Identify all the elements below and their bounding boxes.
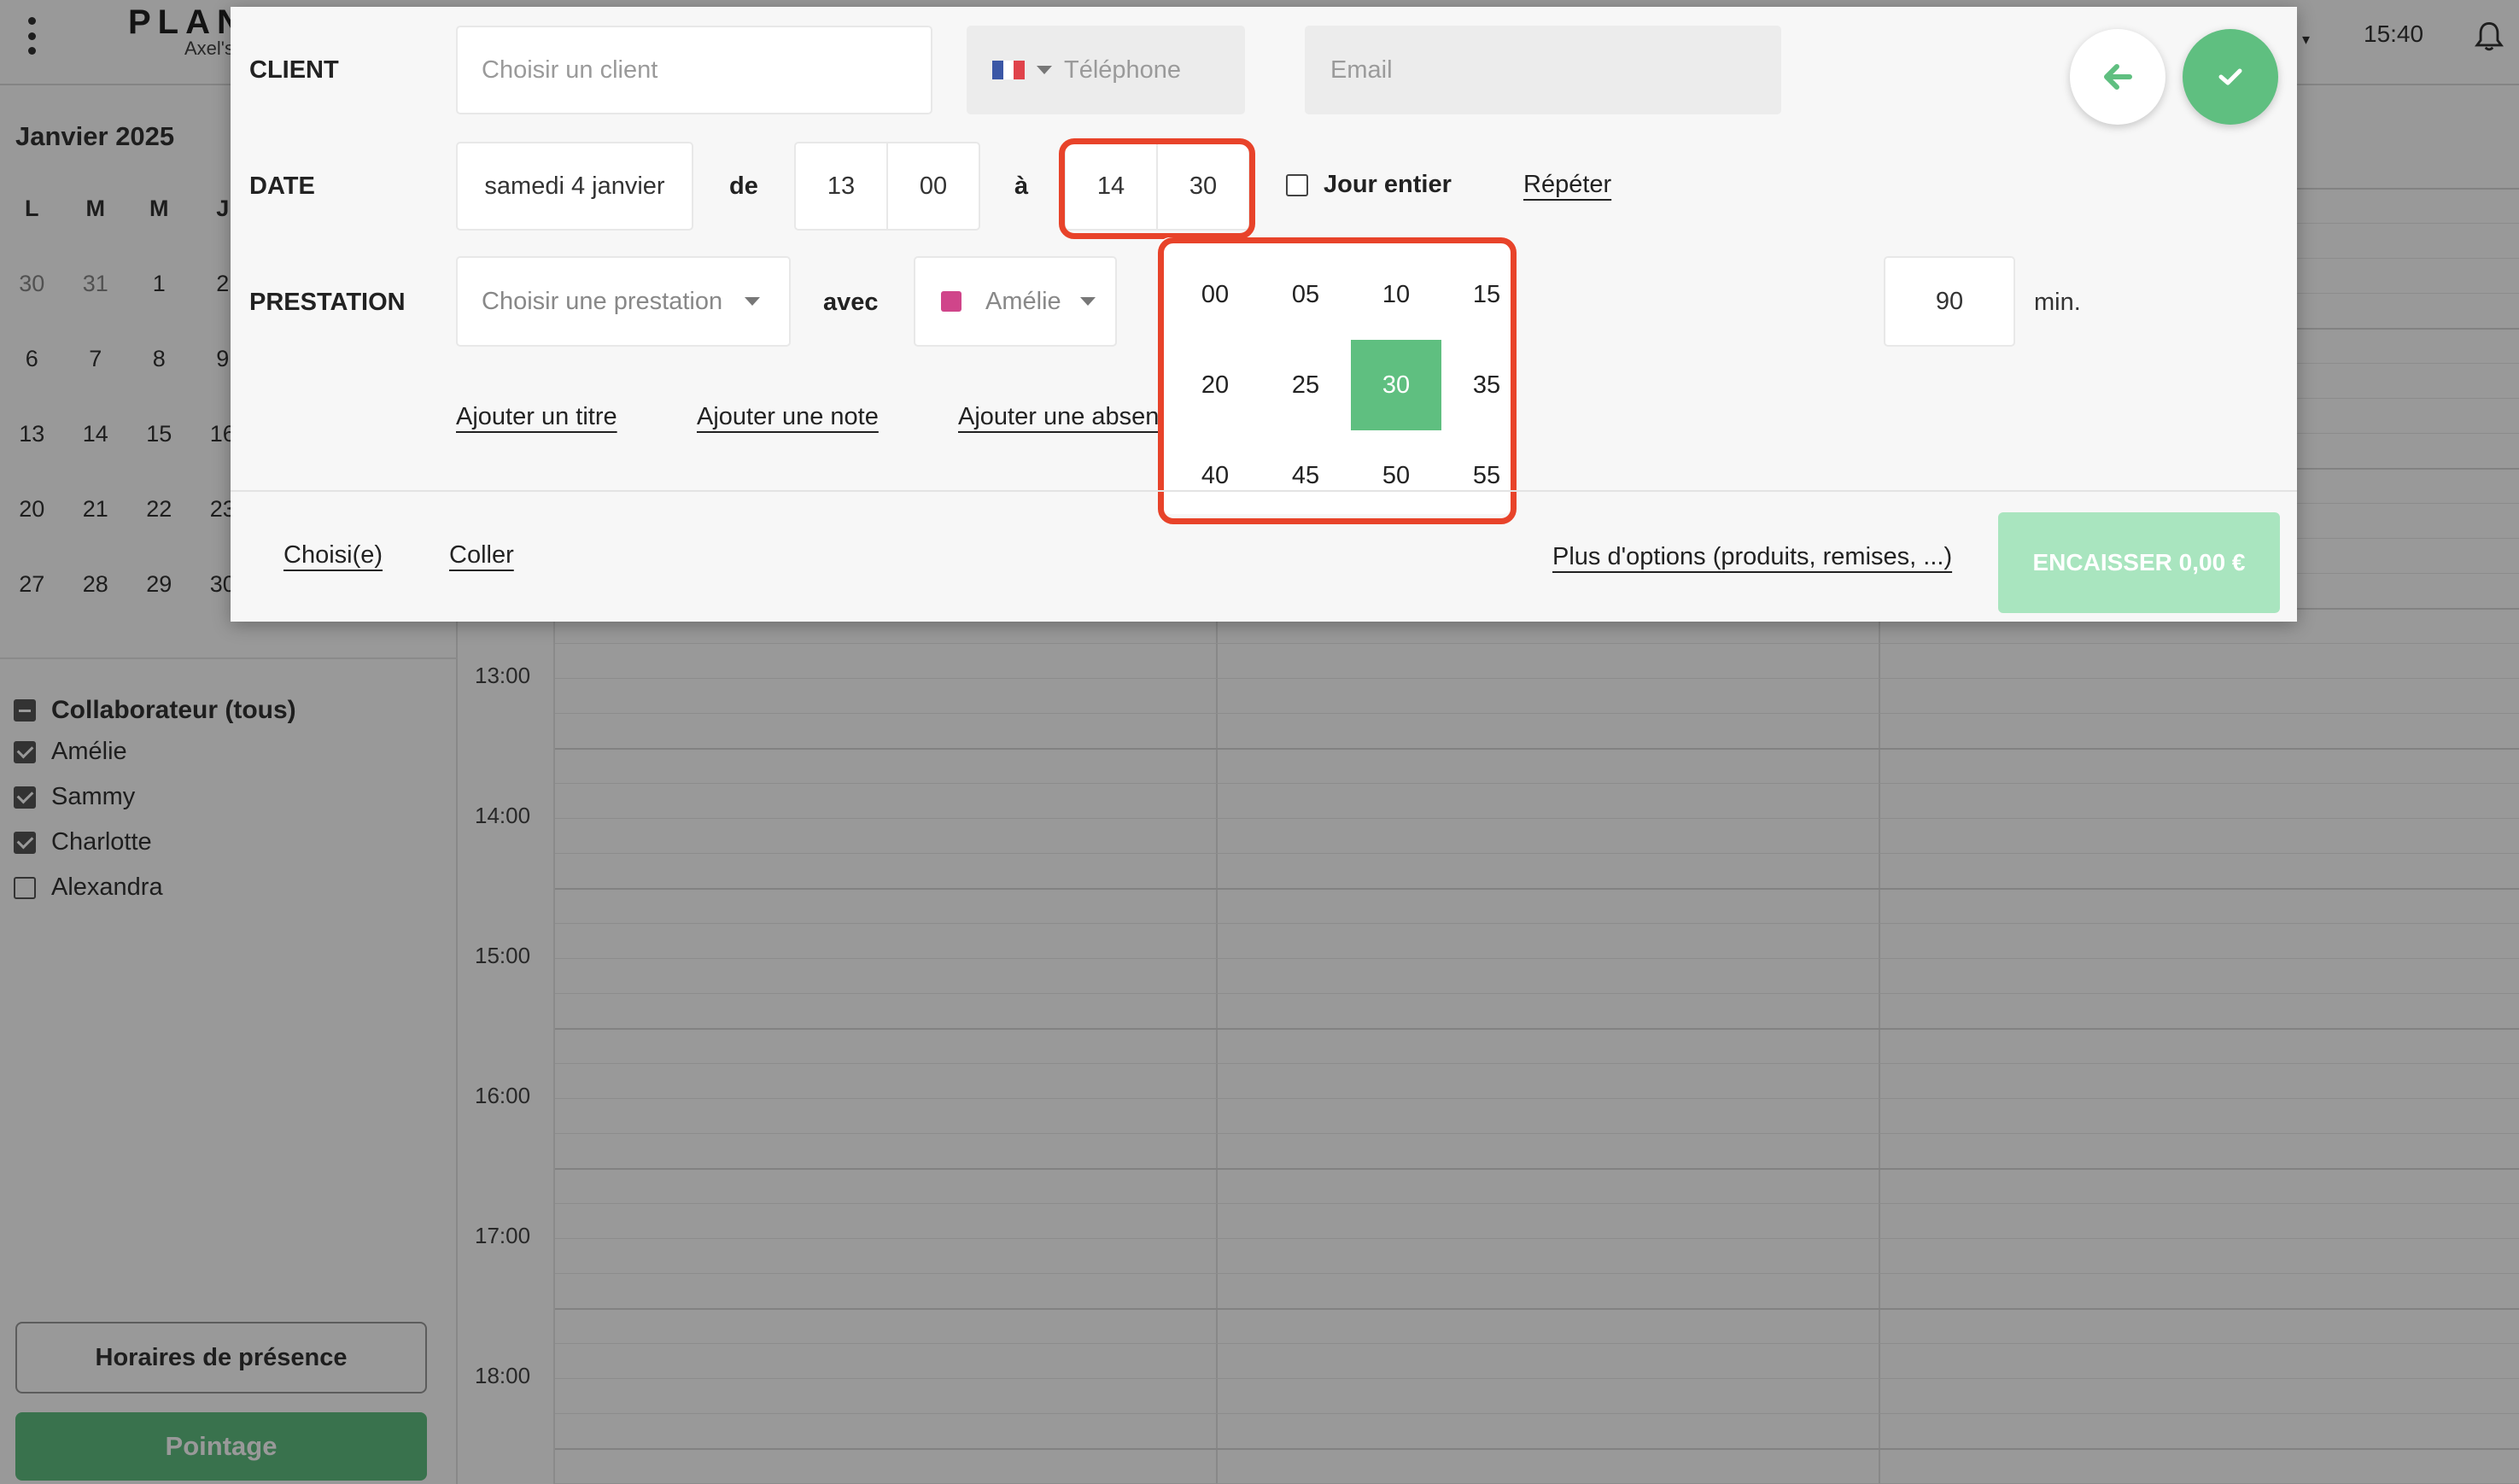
repeat-link[interactable]: Répéter — [1523, 171, 1611, 199]
staff-color-swatch — [941, 291, 961, 312]
chevron-down-icon — [1079, 297, 1096, 306]
chosen-link[interactable]: Choisi(e) — [283, 541, 383, 570]
prestation-select[interactable]: Choisir une prestation — [456, 256, 791, 347]
duration-input[interactable]: 90 — [1884, 256, 2015, 347]
date-value: samedi 4 janvier — [484, 172, 665, 200]
date-input[interactable]: samedi 4 janvier — [456, 142, 693, 231]
with-label: avec — [823, 289, 879, 316]
date-label: DATE — [249, 172, 315, 200]
client-label: CLIENT — [249, 56, 339, 84]
duration-unit: min. — [2034, 289, 2081, 316]
check-icon — [2218, 68, 2242, 85]
to-label: à — [1014, 172, 1029, 200]
paste-link[interactable]: Coller — [449, 541, 514, 570]
end-time-highlight — [1059, 138, 1255, 239]
client-input[interactable]: Choisir un client — [456, 26, 932, 114]
from-hour-input[interactable]: 13 — [794, 142, 888, 231]
from-minute-input[interactable]: 00 — [886, 142, 980, 231]
add-title-link[interactable]: Ajouter un titre — [456, 403, 617, 431]
all-day-label: Jour entier — [1324, 171, 1452, 198]
add-absence-link[interactable]: Ajouter une absen — [958, 403, 1159, 431]
client-placeholder: Choisir un client — [482, 56, 658, 84]
from-hour-value: 13 — [827, 172, 856, 200]
from-minute-value: 00 — [919, 172, 948, 200]
phone-input[interactable]: Téléphone — [967, 26, 1245, 114]
country-caret-icon[interactable] — [1037, 66, 1052, 74]
staff-select[interactable]: Amélie — [914, 256, 1117, 347]
prestation-placeholder: Choisir une prestation — [482, 287, 723, 315]
confirm-button[interactable] — [2183, 29, 2278, 125]
back-button[interactable] — [2070, 29, 2165, 125]
prestation-label: PRESTATION — [249, 289, 406, 316]
all-day-checkbox[interactable] — [1286, 173, 1308, 196]
phone-placeholder: Téléphone — [1064, 56, 1182, 84]
chevron-down-icon — [745, 297, 761, 306]
add-note-link[interactable]: Ajouter une note — [697, 403, 879, 431]
more-options-link[interactable]: Plus d'options (produits, remises, ...) — [1552, 543, 1952, 571]
encaisser-button[interactable]: ENCAISSER 0,00 € — [1998, 512, 2280, 613]
appointment-modal: CLIENT Choisir un client Téléphone Email… — [231, 7, 2297, 622]
modal-footer-divider — [231, 490, 2297, 492]
all-day-toggle[interactable]: Jour entier — [1286, 171, 1452, 199]
email-input[interactable]: Email — [1305, 26, 1781, 114]
france-flag-icon[interactable] — [992, 61, 1026, 79]
email-placeholder: Email — [1330, 56, 1393, 84]
duration-value: 90 — [1935, 287, 1964, 315]
from-label: de — [729, 172, 758, 200]
minute-picker-highlight — [1158, 237, 1517, 524]
staff-value: Amélie — [985, 287, 1061, 315]
arrow-left-icon — [2104, 64, 2132, 90]
